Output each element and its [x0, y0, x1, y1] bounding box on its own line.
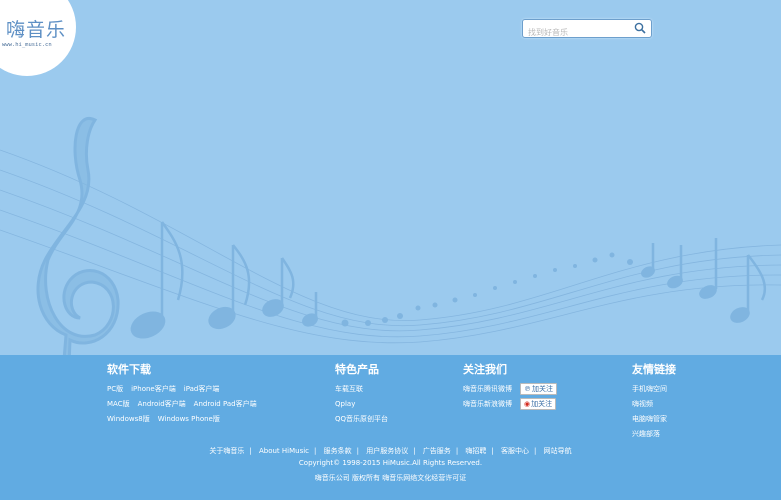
friend-link[interactable]: 手机嗨空间 — [632, 382, 676, 397]
section-title: 特色产品 — [335, 363, 379, 376]
friend-link[interactable]: 兴趣部落 — [632, 427, 676, 442]
follow-label: 加关注 — [532, 385, 553, 393]
link-ipad[interactable]: iPad客户端 — [184, 385, 220, 393]
nav-link[interactable]: 客服中心 — [501, 447, 529, 455]
logo-url: www.hi_music.cn — [2, 42, 52, 48]
tencent-weibo-icon: ℗ — [524, 385, 531, 393]
friend-link[interactable]: 嗨视频 — [632, 397, 676, 412]
software-download-section: 软件下载 PC版 iPhone客户端 iPad客户端 MAC版 Android客户端 A… — [107, 361, 265, 427]
sina-weibo-label: 嗨音乐新浪微博 — [463, 400, 512, 408]
tencent-weibo-label: 嗨音乐腾讯微博 — [463, 385, 512, 393]
product-link[interactable]: Qplay — [335, 397, 388, 412]
products-section: 特色产品 车载互联 Qplay QQ音乐原创平台 — [335, 361, 388, 427]
section-title: 关注我们 — [463, 363, 507, 376]
follow-tencent-button[interactable]: ℗加关注 — [520, 383, 557, 395]
link-android[interactable]: Android客户端 — [138, 400, 186, 408]
product-link[interactable]: QQ音乐原创平台 — [335, 412, 388, 427]
hero-banner: 嗨音乐 www.hi_music.cn — [0, 0, 781, 400]
link-windows8[interactable]: Windows8版 — [107, 415, 150, 423]
sina-weibo-icon: ◉ — [524, 400, 531, 408]
license: 嗨音乐公司 版权所有 嗨音乐网络文化经营许可证 — [314, 474, 467, 482]
nav-link[interactable]: 广告服务 — [423, 447, 451, 455]
product-link[interactable]: 车载互联 — [335, 382, 388, 397]
link-iphone[interactable]: iPhone客户端 — [131, 385, 176, 393]
nav-link[interactable]: About HiMusic — [259, 447, 309, 455]
follow-label: 加关注 — [531, 400, 553, 408]
section-title: 友情链接 — [632, 363, 676, 376]
nav-link[interactable]: 网站导航 — [544, 447, 572, 455]
footer-nav: 关于嗨音乐 | About HiMusic | 服务条款 | 用户服务协议 | 广告服务… — [209, 447, 572, 455]
search-input[interactable] — [523, 24, 623, 41]
search-box — [522, 19, 652, 41]
friend-link[interactable]: 电脑嗨管家 — [632, 412, 676, 427]
link-pc[interactable]: PC版 — [107, 385, 123, 393]
search-icon[interactable] — [634, 22, 646, 34]
music-staff-decoration — [0, 116, 781, 400]
nav-link[interactable]: 嗨招聘 — [465, 447, 486, 455]
link-windows-phone[interactable]: Windows Phone版 — [158, 415, 220, 423]
nav-link[interactable]: 用户服务协议 — [366, 447, 408, 455]
nav-link[interactable]: 服务条款 — [324, 447, 352, 455]
section-title: 软件下载 — [107, 363, 151, 376]
footer: 软件下载 PC版 iPhone客户端 iPad客户端 MAC版 Android客户端 A… — [0, 355, 781, 500]
nav-link[interactable]: 关于嗨音乐 — [209, 447, 244, 455]
friend-links-section: 友情链接 手机嗨空间 嗨视频 电脑嗨管家 兴趣部落 — [632, 361, 676, 442]
link-mac[interactable]: MAC版 — [107, 400, 130, 408]
logo-title: 嗨音乐 — [6, 19, 67, 41]
follow-section: 关注我们 嗨音乐腾讯微博 ℗加关注 嗨音乐新浪微博 ◉加关注 — [463, 361, 565, 412]
link-android-pad[interactable]: Android Pad客户端 — [194, 400, 257, 408]
follow-sina-button[interactable]: ◉加关注 — [520, 398, 557, 410]
copyright: Copyright© 1998-2015 HiMusic.All Rights … — [298, 459, 483, 467]
